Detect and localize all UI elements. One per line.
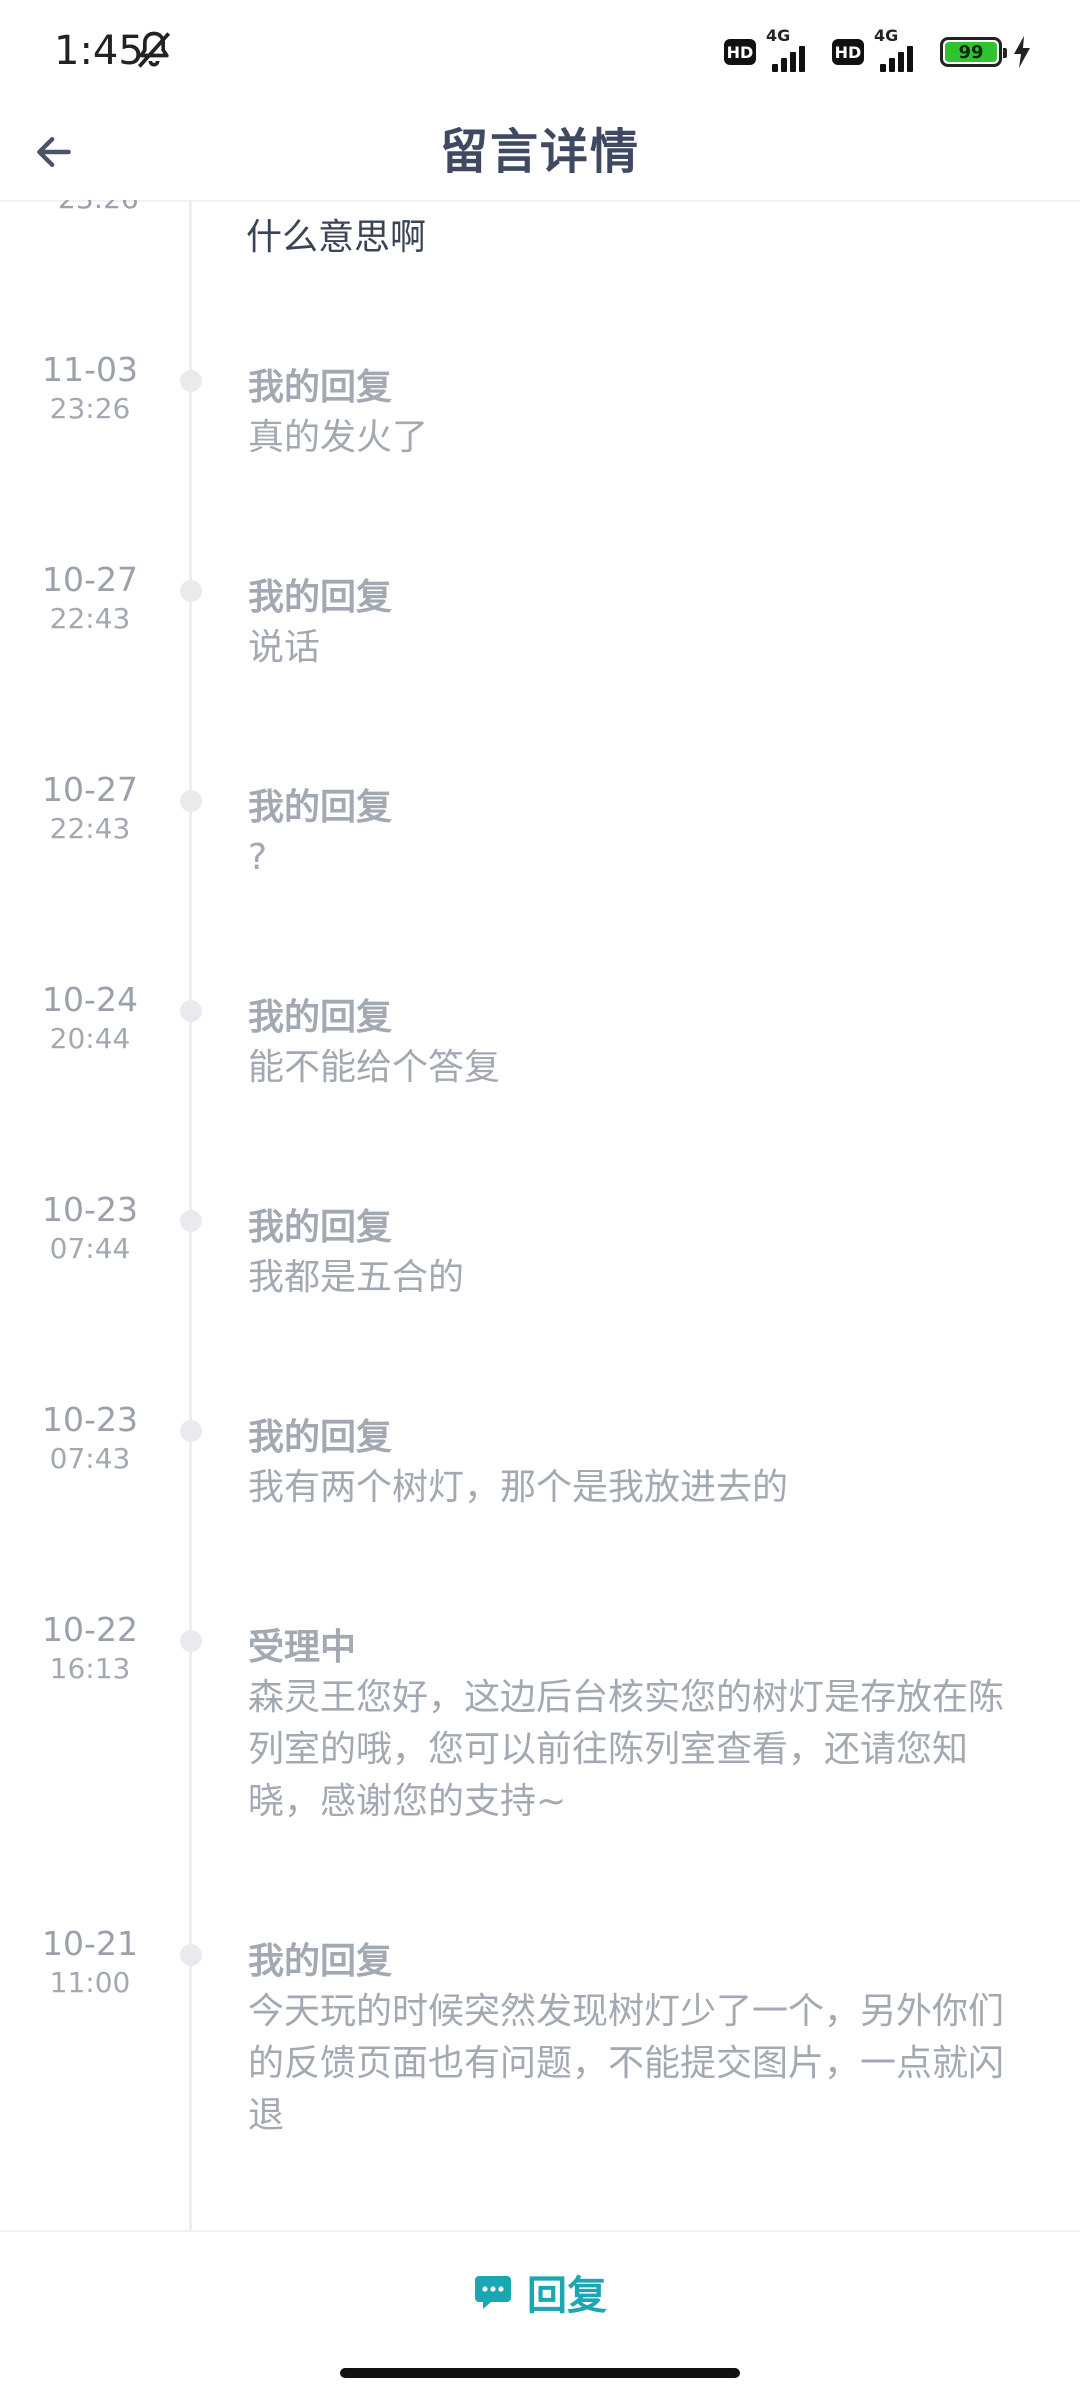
- timeline-dot: [180, 1210, 202, 1232]
- home-indicator[interactable]: [340, 2368, 740, 2378]
- entry-time: 07:43: [49, 1442, 131, 1475]
- timeline-dot: [180, 790, 202, 812]
- reply-bar: 回复: [0, 2230, 1080, 2352]
- status-bar: 1:45 HD 4G HD 4G 99: [0, 0, 1080, 104]
- entry-text: 能不能给个答复: [248, 1047, 501, 1088]
- nav-bar: 留言详情: [0, 104, 1080, 202]
- entry-title: 受理中: [248, 1627, 357, 1668]
- entry-title: 我的回复: [248, 367, 393, 408]
- entry-title: 我的回复: [248, 1941, 393, 1982]
- signal-icon-2: 4G: [874, 26, 930, 72]
- entry-title: 我的回复: [248, 997, 393, 1038]
- hd-badge-1: HD: [724, 39, 756, 65]
- entry-time: 22:43: [49, 812, 131, 845]
- battery-level: 99: [945, 42, 997, 63]
- entry-text: 真的发火了: [248, 417, 429, 458]
- entry-time: 22:43: [49, 602, 131, 635]
- network-label-2: 4G: [874, 26, 899, 45]
- entry-text: 我都是五合的: [248, 1257, 465, 1298]
- reply-label: 回复: [527, 2273, 607, 2319]
- entry-time: 07:44: [49, 1232, 131, 1265]
- reply-button[interactable]: 回复: [473, 2263, 607, 2321]
- entry-text: ?: [248, 837, 268, 878]
- entry-date: 10-27: [42, 770, 138, 809]
- screen: 1:45 HD 4G HD 4G 99 留言详情 什么意思啊 11-03 23:…: [0, 0, 1080, 2400]
- bell-off-icon: [137, 31, 171, 68]
- battery-icon: 99: [940, 37, 1007, 67]
- entry-title: 我的回复: [248, 787, 393, 828]
- signal-icon-1: 4G: [766, 26, 822, 72]
- entry-date: 11-03: [42, 350, 138, 389]
- entry-title: 我的回复: [248, 1207, 393, 1248]
- entry-date: 10-23: [42, 1400, 138, 1439]
- charging-bolt-icon: [1014, 36, 1030, 68]
- timeline-dot: [180, 1944, 202, 1966]
- entry-title: 我的回复: [248, 577, 393, 618]
- timeline-dot: [180, 1630, 202, 1652]
- entry-text: 什么意思啊: [246, 217, 427, 258]
- timeline-dot: [180, 1420, 202, 1442]
- chat-bubble-icon: [475, 2276, 511, 2309]
- timeline-dot: [180, 1000, 202, 1022]
- network-label-1: 4G: [766, 26, 791, 45]
- entry-time: 23:26: [58, 200, 139, 215]
- entry-title: 我的回复: [248, 1417, 393, 1458]
- entry-time: 20:44: [49, 1022, 131, 1055]
- entry-date: 10-21: [42, 1924, 138, 1963]
- entry-text: 我有两个树灯，那个是我放进去的: [248, 1467, 789, 1508]
- entry-date: 10-22: [42, 1610, 138, 1649]
- status-time: 1:45: [54, 28, 144, 74]
- entry-text: 今天玩的时候突然发现树灯少了一个，另外你们的反馈页面也有问题，不能提交图片，一点…: [248, 1991, 1005, 2136]
- timeline-dot: [180, 580, 202, 602]
- entry-date: 10-23: [42, 1190, 138, 1229]
- hd-badge-2: HD: [832, 39, 864, 65]
- entry-time: 23:26: [49, 392, 131, 425]
- entry-date: 10-24: [42, 980, 138, 1019]
- entry-time: 11:00: [49, 1966, 131, 1999]
- message-timeline[interactable]: 23:26 什么意思啊 11-03 23:26 我的回复 真的发火了 10-27…: [0, 200, 1080, 2230]
- entry-time: 16:13: [49, 1652, 131, 1685]
- timeline-dot: [180, 370, 202, 392]
- page-title: 留言详情: [439, 124, 640, 180]
- status-icons: HD 4G HD 4G 99: [724, 26, 1032, 76]
- entry-date: 10-27: [42, 560, 138, 599]
- entry-text: 说话: [248, 627, 321, 668]
- entry-text: 森灵王您好，这边后台核实您的树灯是存放在陈列室的哦，您可以前往陈列室查看，还请您…: [248, 1677, 1005, 1822]
